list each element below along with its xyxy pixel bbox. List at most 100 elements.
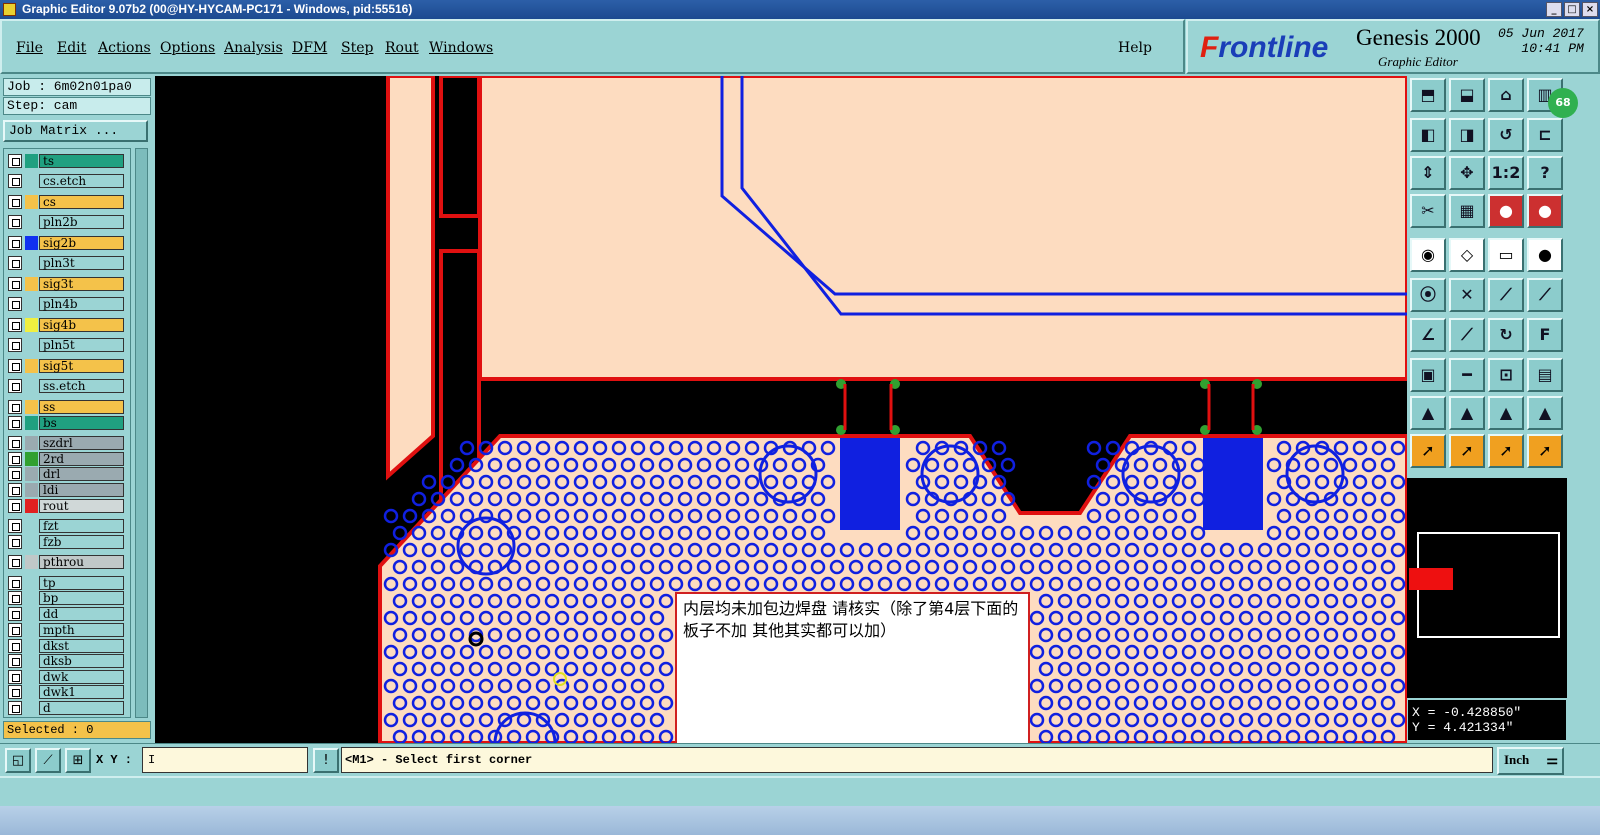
- delete-icon[interactable]: ✕: [1449, 278, 1485, 312]
- layer-name[interactable]: ldi: [39, 483, 124, 497]
- layer-checkbox[interactable]: [8, 154, 22, 168]
- layer-color-swatch[interactable]: [25, 685, 38, 699]
- layer-row-tp[interactable]: tp: [6, 575, 128, 591]
- connect-icon[interactable]: ⦿: [1410, 278, 1446, 312]
- layer-name[interactable]: ts: [39, 154, 124, 168]
- layer-row-dwk1[interactable]: dwk1: [6, 684, 128, 700]
- layer-color-swatch[interactable]: [25, 236, 38, 250]
- layer-row-dwk[interactable]: dwk: [6, 669, 128, 685]
- layer-color-swatch[interactable]: [25, 467, 38, 481]
- layer-checkbox[interactable]: [8, 359, 22, 373]
- layer-row-pln2b[interactable]: pln2b: [6, 214, 128, 230]
- layer-name[interactable]: dwk1: [39, 685, 124, 699]
- layer-name[interactable]: dkst: [39, 639, 124, 653]
- layer-color-swatch[interactable]: [25, 555, 38, 569]
- layer-checkbox[interactable]: [8, 277, 22, 291]
- layer-color-swatch[interactable]: [25, 519, 38, 533]
- layer-checkbox[interactable]: [8, 452, 22, 466]
- layer-name[interactable]: drl: [39, 467, 124, 481]
- layer-name[interactable]: pln4b: [39, 297, 124, 311]
- home-icon[interactable]: ⌂: [1488, 78, 1524, 112]
- layer-checkbox[interactable]: [8, 623, 22, 637]
- layer-checkbox[interactable]: [8, 400, 22, 414]
- layer-row-ss-etch[interactable]: ss.etch: [6, 378, 128, 394]
- layer-row-fzb[interactable]: fzb: [6, 534, 128, 550]
- layer-color-swatch[interactable]: [25, 359, 38, 373]
- layer-name[interactable]: bp: [39, 591, 124, 605]
- layer-checkbox[interactable]: [8, 318, 22, 332]
- pan-down-icon[interactable]: ⬓: [1449, 78, 1485, 112]
- layer-row-bp[interactable]: bp: [6, 590, 128, 606]
- triangle-icon[interactable]: ▲: [1410, 396, 1446, 430]
- triangle4-icon[interactable]: ▲: [1527, 396, 1563, 430]
- layer-row-sig3t[interactable]: sig3t: [6, 276, 128, 292]
- layer-row-ldi[interactable]: ldi: [6, 482, 128, 498]
- menu-actions[interactable]: Actions: [98, 40, 151, 56]
- layer-color-swatch[interactable]: [25, 452, 38, 466]
- layer-name[interactable]: ss.etch: [39, 379, 124, 393]
- rotate-icon[interactable]: ↻: [1488, 318, 1524, 352]
- layers-icon[interactable]: ▤: [1527, 358, 1563, 392]
- layer-row-cs-etch[interactable]: cs.etch: [6, 173, 128, 189]
- layer-checkbox[interactable]: [8, 591, 22, 605]
- layer-color-swatch[interactable]: [25, 154, 38, 168]
- layer-checkbox[interactable]: [8, 576, 22, 590]
- layer-checkbox[interactable]: [8, 499, 22, 513]
- layer-color-swatch[interactable]: [25, 416, 38, 430]
- pointer3-icon[interactable]: ➚: [1488, 434, 1524, 468]
- info-icon[interactable]: !: [313, 748, 339, 773]
- zoom-area-icon[interactable]: ◱: [5, 748, 31, 773]
- scale-icon[interactable]: 1:2: [1488, 156, 1524, 190]
- layer-checkbox[interactable]: [8, 685, 22, 699]
- grid-icon[interactable]: ▦: [1449, 194, 1485, 228]
- menu-rout[interactable]: Rout: [385, 40, 419, 56]
- layer-name[interactable]: pln2b: [39, 215, 124, 229]
- layer-color-swatch[interactable]: [25, 400, 38, 414]
- diamond-icon[interactable]: ◇: [1449, 238, 1485, 272]
- layer-name[interactable]: fzt: [39, 519, 124, 533]
- layer-row-dksb[interactable]: dksb: [6, 653, 128, 669]
- snap-icon[interactable]: ⊏: [1527, 118, 1563, 152]
- pointer2-icon[interactable]: ➚: [1449, 434, 1485, 468]
- minimize-button[interactable]: _: [1546, 2, 1562, 17]
- layer-name[interactable]: fzb: [39, 535, 124, 549]
- layer-color-swatch[interactable]: [25, 591, 38, 605]
- menu-windows[interactable]: Windows: [429, 40, 493, 56]
- layer-checkbox[interactable]: [8, 436, 22, 450]
- layer-color-swatch[interactable]: [25, 639, 38, 653]
- layer-checkbox[interactable]: [8, 215, 22, 229]
- ruler-icon[interactable]: ▭: [1488, 238, 1524, 272]
- layer-name[interactable]: dwk: [39, 670, 124, 684]
- layer-row-ss[interactable]: ss: [6, 399, 128, 415]
- slash-icon[interactable]: ⟋: [1449, 318, 1485, 352]
- layer-name[interactable]: sig2b: [39, 236, 124, 250]
- layer-checkbox[interactable]: [8, 174, 22, 188]
- net2-icon[interactable]: ●: [1527, 194, 1563, 228]
- layer-name[interactable]: sig3t: [39, 277, 124, 291]
- layer-row-pln3t[interactable]: pln3t: [6, 255, 128, 271]
- layer-checkbox[interactable]: [8, 195, 22, 209]
- layer-name[interactable]: szdrl: [39, 436, 124, 450]
- menu-file[interactable]: File: [16, 40, 43, 56]
- graphic-canvas[interactable]: 内层均未加包边焊盘 请核实（除了第4层下面的板子不加 其他其实都可以加）: [155, 76, 1407, 743]
- layer-color-swatch[interactable]: [25, 338, 38, 352]
- menu-dfm[interactable]: DFM: [292, 40, 327, 56]
- layer-row-dd[interactable]: dd: [6, 606, 128, 622]
- layer-checkbox[interactable]: [8, 654, 22, 668]
- bar-icon[interactable]: ━: [1449, 358, 1485, 392]
- layer-row-sig4b[interactable]: sig4b: [6, 317, 128, 333]
- layer-color-swatch[interactable]: [25, 256, 38, 270]
- flip-icon[interactable]: F: [1527, 318, 1563, 352]
- layer-checkbox[interactable]: [8, 338, 22, 352]
- layer-row-fzt[interactable]: fzt: [6, 518, 128, 534]
- grid-icon[interactable]: ⊞: [65, 748, 91, 773]
- pad-icon[interactable]: ◉: [1410, 238, 1446, 272]
- layer-row-mpth[interactable]: mpth: [6, 622, 128, 638]
- layer-checkbox[interactable]: [8, 519, 22, 533]
- layer-checkbox[interactable]: [8, 670, 22, 684]
- fit-icon[interactable]: ⊡: [1488, 358, 1524, 392]
- layer-color-swatch[interactable]: [25, 277, 38, 291]
- pointer-icon[interactable]: ➚: [1410, 434, 1446, 468]
- pan-up-icon[interactable]: ⬒: [1410, 78, 1446, 112]
- layer-name[interactable]: pln5t: [39, 338, 124, 352]
